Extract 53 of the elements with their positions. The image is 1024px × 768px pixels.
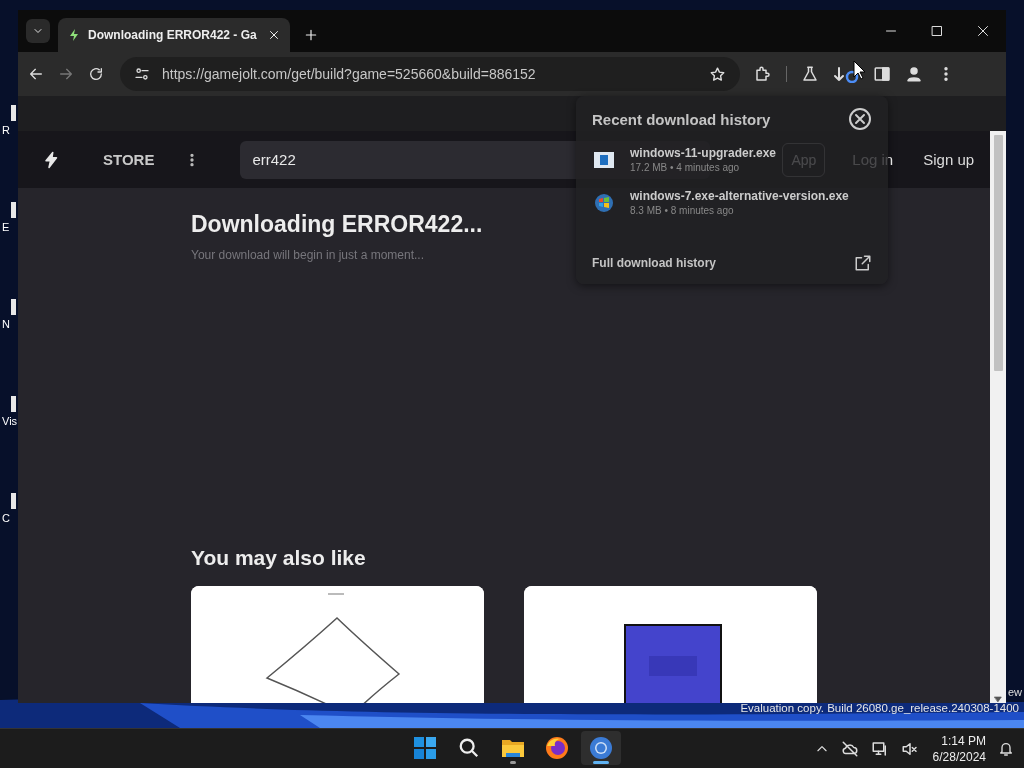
site-settings-icon[interactable]	[134, 66, 150, 82]
clock-time[interactable]: 1:14 PM	[941, 733, 986, 749]
lightning-icon	[68, 29, 80, 41]
section-heading: You may also like	[191, 546, 366, 570]
volume-muted-icon[interactable]	[900, 740, 919, 758]
cloud-off-icon[interactable]	[840, 740, 859, 758]
firefox-icon	[545, 736, 569, 760]
page-heading: Downloading ERROR422...	[191, 211, 483, 238]
star-icon[interactable]	[709, 65, 726, 83]
installer-icon	[594, 151, 614, 168]
back-arrow-icon[interactable]	[28, 66, 44, 82]
network-icon[interactable]	[870, 740, 889, 758]
browser-tab[interactable]: Downloading ERROR422 - Ga	[58, 18, 290, 52]
side-panel-icon[interactable]	[873, 65, 891, 83]
close-icon[interactable]	[268, 29, 280, 41]
download-subtitle: Your download will begin in just a moment...	[191, 248, 425, 262]
download-details: 8.3 MB • 8 minutes ago	[630, 205, 735, 216]
folder-icon	[501, 737, 525, 759]
download-file-name[interactable]: windows-7.exe-alternative-version.exe	[630, 189, 849, 203]
forward-arrow-icon[interactable]	[58, 66, 74, 82]
maximize-icon[interactable]	[931, 25, 943, 37]
panel-title: Recent download history	[592, 110, 771, 128]
reload-icon[interactable]	[88, 66, 104, 82]
open-external-icon[interactable]	[854, 254, 872, 272]
plus-icon[interactable]	[304, 28, 318, 42]
full-history-link[interactable]: Full download history	[592, 256, 716, 270]
bell-icon[interactable]	[998, 741, 1014, 757]
windows-logo-icon	[594, 192, 614, 213]
cursor-icon	[853, 60, 866, 80]
tab-search-button[interactable]	[26, 19, 50, 43]
desktop-icon-label: N	[2, 317, 10, 331]
taskbar-button[interactable]	[581, 731, 621, 765]
signup-link[interactable]: Sign up	[923, 151, 975, 168]
download-progress-icon[interactable]	[833, 65, 859, 83]
clock-date[interactable]: 6/28/2024	[932, 749, 986, 765]
desktop-icon-label: C	[2, 511, 10, 525]
profile-icon[interactable]	[905, 65, 923, 83]
store-link[interactable]: STORE	[103, 151, 155, 168]
chrome-icon	[589, 736, 613, 760]
search-icon	[458, 737, 480, 759]
puzzle-icon[interactable]	[754, 65, 772, 83]
scroll-down-arrow-icon[interactable]	[994, 695, 1002, 703]
scrollbar-thumb[interactable]	[993, 135, 1003, 371]
watermark-text: Evaluation copy. Build 26080.ge_release.240308-1400	[740, 702, 1019, 714]
desktop-icon-label: R	[2, 123, 10, 137]
desktop-icon-label: E	[2, 220, 10, 234]
start-icon	[414, 737, 436, 759]
flask-icon[interactable]	[801, 65, 819, 83]
desktop-icon-label: Vis	[2, 414, 18, 428]
close-icon[interactable]	[977, 25, 989, 37]
watermark-text: ew	[1007, 686, 1022, 698]
address-bar[interactable]: https://gamejolt.com/get/build?game=525660&build=886152	[120, 57, 740, 91]
close-circle-icon[interactable]	[848, 107, 872, 131]
